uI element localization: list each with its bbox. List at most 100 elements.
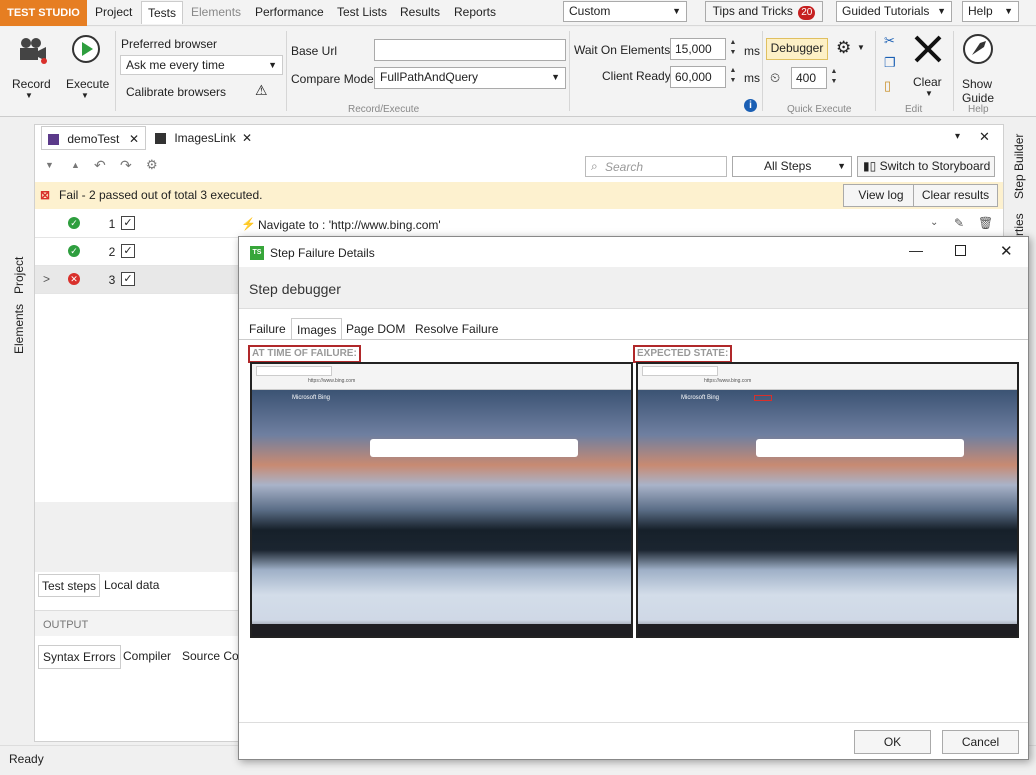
group-label-quick-execute: Quick Execute <box>787 104 852 115</box>
menu-test-lists[interactable]: Test Lists <box>337 5 387 19</box>
tab-test-steps[interactable]: Test steps <box>38 574 101 597</box>
menu-tests[interactable]: Tests <box>141 1 184 24</box>
execute-button[interactable]: Execute ▼ <box>62 31 110 101</box>
close-icon[interactable]: ✕ <box>242 126 252 150</box>
menu-reports[interactable]: Reports <box>454 5 496 19</box>
ribbon-divider <box>115 31 116 111</box>
minimize-icon[interactable]: — <box>909 242 923 258</box>
layout-combo[interactable]: Custom ▼ <box>563 1 687 22</box>
tips-button[interactable]: Tips and Tricks 20 <box>705 1 823 22</box>
tab-page-dom[interactable]: Page DOM <box>341 318 410 340</box>
output-title: OUTPUT <box>43 619 89 631</box>
step-enabled-checkbox[interactable]: ✓ <box>121 272 135 286</box>
clear-results-button[interactable]: Clear results <box>913 184 998 207</box>
step-enabled-checkbox[interactable]: ✓ <box>121 216 135 230</box>
tab-list-icon[interactable]: ▾ <box>955 131 960 142</box>
chevron-down-icon: ▼ <box>857 43 865 52</box>
help-combo[interactable]: Help ▼ <box>962 1 1019 22</box>
table-row[interactable]: > ✕ 3 ✓ <box>35 266 239 294</box>
step-number: 2 <box>108 245 116 259</box>
test-file-icon <box>155 133 166 145</box>
paste-icon[interactable]: ▯ <box>884 78 891 94</box>
menu-bar: TEST STUDIO Project Tests Elements Perfo… <box>0 0 1036 26</box>
step-number: 1 <box>108 217 116 231</box>
menu-performance[interactable]: Performance <box>255 5 324 19</box>
tab-compiler[interactable]: Compiler <box>119 645 175 669</box>
guided-tutorials-combo[interactable]: Guided Tutorials ▼ <box>836 1 952 22</box>
gear-icon[interactable]: ⚙ <box>836 38 851 58</box>
search-placeholder: Search <box>605 160 644 174</box>
storyboard-icon: ▮▯ <box>863 159 877 173</box>
close-icon[interactable]: ✕ <box>979 129 990 145</box>
search-input[interactable]: ⌕ Search <box>585 156 727 177</box>
storyboard-button[interactable]: ▮▯ Switch to Storyboard <box>857 156 995 177</box>
base-url-input[interactable] <box>374 39 566 61</box>
tab-local-data[interactable]: Local data <box>100 574 163 597</box>
elements-side-tab[interactable]: Elements <box>12 304 26 354</box>
view-log-button[interactable]: View log <box>843 184 919 207</box>
result-banner: ⊠ Fail - 2 passed out of total 3 execute… <box>35 182 1003 209</box>
delete-icon[interactable]: 🗑 <box>978 216 993 230</box>
chevron-down-icon: ▼ <box>672 6 681 16</box>
recompile-icon[interactable]: ⚙ <box>146 157 158 173</box>
debugger-toggle[interactable]: Debugger <box>766 38 828 60</box>
chevron-up-icon[interactable]: ▲ <box>71 160 80 170</box>
record-button[interactable]: Record ▼ <box>8 31 54 101</box>
chevron-down-icon: ▼ <box>551 72 560 82</box>
delay-input[interactable]: 400 <box>791 67 827 89</box>
edit-icon[interactable]: ✎ <box>954 216 964 230</box>
show-guide-button[interactable]: Show Guide <box>956 31 1000 105</box>
tab-images[interactable]: Images <box>291 318 343 340</box>
step-enabled-checkbox[interactable]: ✓ <box>121 244 135 258</box>
tab-demotest[interactable]: demoTest ✕ <box>41 126 146 150</box>
tab-syntax-errors[interactable]: Syntax Errors <box>38 645 121 669</box>
menu-results[interactable]: Results <box>400 5 440 19</box>
compare-mode-combo[interactable]: FullPathAndQuery ▼ <box>374 67 566 89</box>
delay-spinner[interactable]: ▲ ▼ <box>828 67 840 89</box>
ribbon-divider <box>762 31 763 111</box>
tab-failure[interactable]: Failure <box>244 318 291 340</box>
maximize-icon[interactable] <box>955 245 966 256</box>
guided-tutorials-label: Guided Tutorials <box>842 4 930 18</box>
chevron-down-icon[interactable]: ⌄ <box>930 217 938 228</box>
menu-project[interactable]: Project <box>95 5 132 19</box>
ribbon-divider <box>953 31 954 111</box>
show-guide-label-1: Show <box>962 77 993 91</box>
layout-combo-value: Custom <box>569 4 611 18</box>
menu-elements[interactable]: Elements <box>191 5 241 19</box>
cancel-button[interactable]: Cancel <box>942 730 1019 754</box>
help-label: Help <box>968 4 993 18</box>
tab-resolve-failure[interactable]: Resolve Failure <box>410 318 503 340</box>
close-icon[interactable]: ✕ <box>1000 242 1013 260</box>
preferred-browser-label: Preferred browser <box>121 37 218 51</box>
preferred-browser-combo[interactable]: Ask me every time ▼ <box>120 55 283 75</box>
chevron-down-icon[interactable]: ▼ <box>45 160 54 170</box>
step-description[interactable]: Navigate to : 'http://www.bing.com' <box>258 218 441 232</box>
calibrate-browsers-button[interactable]: Calibrate browsers <box>126 85 226 99</box>
step-builder-side-tab[interactable]: Step Builder <box>1012 134 1026 199</box>
play-icon <box>72 35 100 63</box>
copy-icon[interactable]: ❐ <box>884 55 896 71</box>
clear-button[interactable]: Clear ▼ <box>905 31 951 101</box>
client-ready-spinner[interactable]: ▲ ▼ <box>727 66 739 88</box>
cut-icon[interactable]: ✂ <box>884 33 895 49</box>
wait-spinner[interactable]: ▲ ▼ <box>727 38 739 60</box>
project-side-tab[interactable]: Project <box>12 257 26 294</box>
client-ready-input[interactable]: 60,000 <box>670 66 726 88</box>
table-row[interactable]: ✓ 1 ✓ <box>35 210 239 238</box>
table-row[interactable]: ✓ 2 ✓ <box>35 238 239 266</box>
rocket-icon <box>963 34 993 64</box>
redo-icon[interactable]: ↷ <box>120 157 132 174</box>
info-icon[interactable]: i <box>744 99 757 112</box>
failure-caption: AT TIME OF FAILURE: <box>248 345 361 363</box>
close-icon[interactable]: ✕ <box>129 127 139 151</box>
properties-side-tab[interactable]: rties <box>1012 213 1026 236</box>
ok-button[interactable]: OK <box>854 730 931 754</box>
ribbon: Record ▼ Execute ▼ Preferred browser Ask… <box>0 27 1036 117</box>
tab-imageslink[interactable]: ImagesLink ✕ <box>150 126 260 150</box>
steps-filter-combo[interactable]: All Steps ▼ <box>732 156 852 177</box>
wait-on-elements-input[interactable]: 15,000 <box>670 38 726 60</box>
undo-icon[interactable]: ↶ <box>94 157 106 174</box>
ribbon-divider <box>286 31 287 111</box>
tips-label: Tips and Tricks <box>712 4 793 18</box>
